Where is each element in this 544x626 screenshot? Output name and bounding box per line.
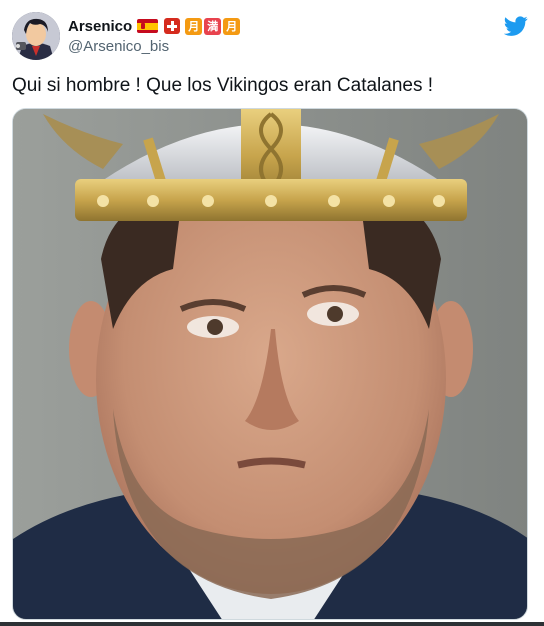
user-handle[interactable]: @Arsenico_bis bbox=[68, 38, 240, 55]
swiss-flag-icon bbox=[164, 18, 181, 34]
avatar[interactable] bbox=[12, 12, 60, 60]
moon-kanji-badge: 月 bbox=[185, 17, 203, 35]
spain-flag-icon bbox=[137, 19, 159, 33]
tweet-header: Arsenico 月 満 月 @Arsenico_bis bbox=[12, 12, 532, 62]
moon-kanji-badge-2: 月 bbox=[223, 17, 241, 35]
tweet-text: Qui si hombre ! Que los Vikingos eran Ca… bbox=[12, 75, 434, 96]
display-name[interactable]: Arsenico bbox=[68, 18, 132, 35]
tweet-card[interactable]: Arsenico 月 満 月 @Arsenico_bis Qui si homb… bbox=[0, 0, 544, 626]
viking-helmet-photo bbox=[13, 109, 527, 619]
user-info: Arsenico 月 満 月 @Arsenico_bis bbox=[68, 16, 241, 55]
twitter-bird-icon[interactable] bbox=[504, 14, 528, 38]
tweet-photo[interactable] bbox=[12, 108, 528, 620]
bottom-divider bbox=[0, 622, 544, 626]
name-row: Arsenico 月 満 月 bbox=[68, 16, 241, 36]
full-kanji-badge: 満 bbox=[204, 17, 222, 35]
